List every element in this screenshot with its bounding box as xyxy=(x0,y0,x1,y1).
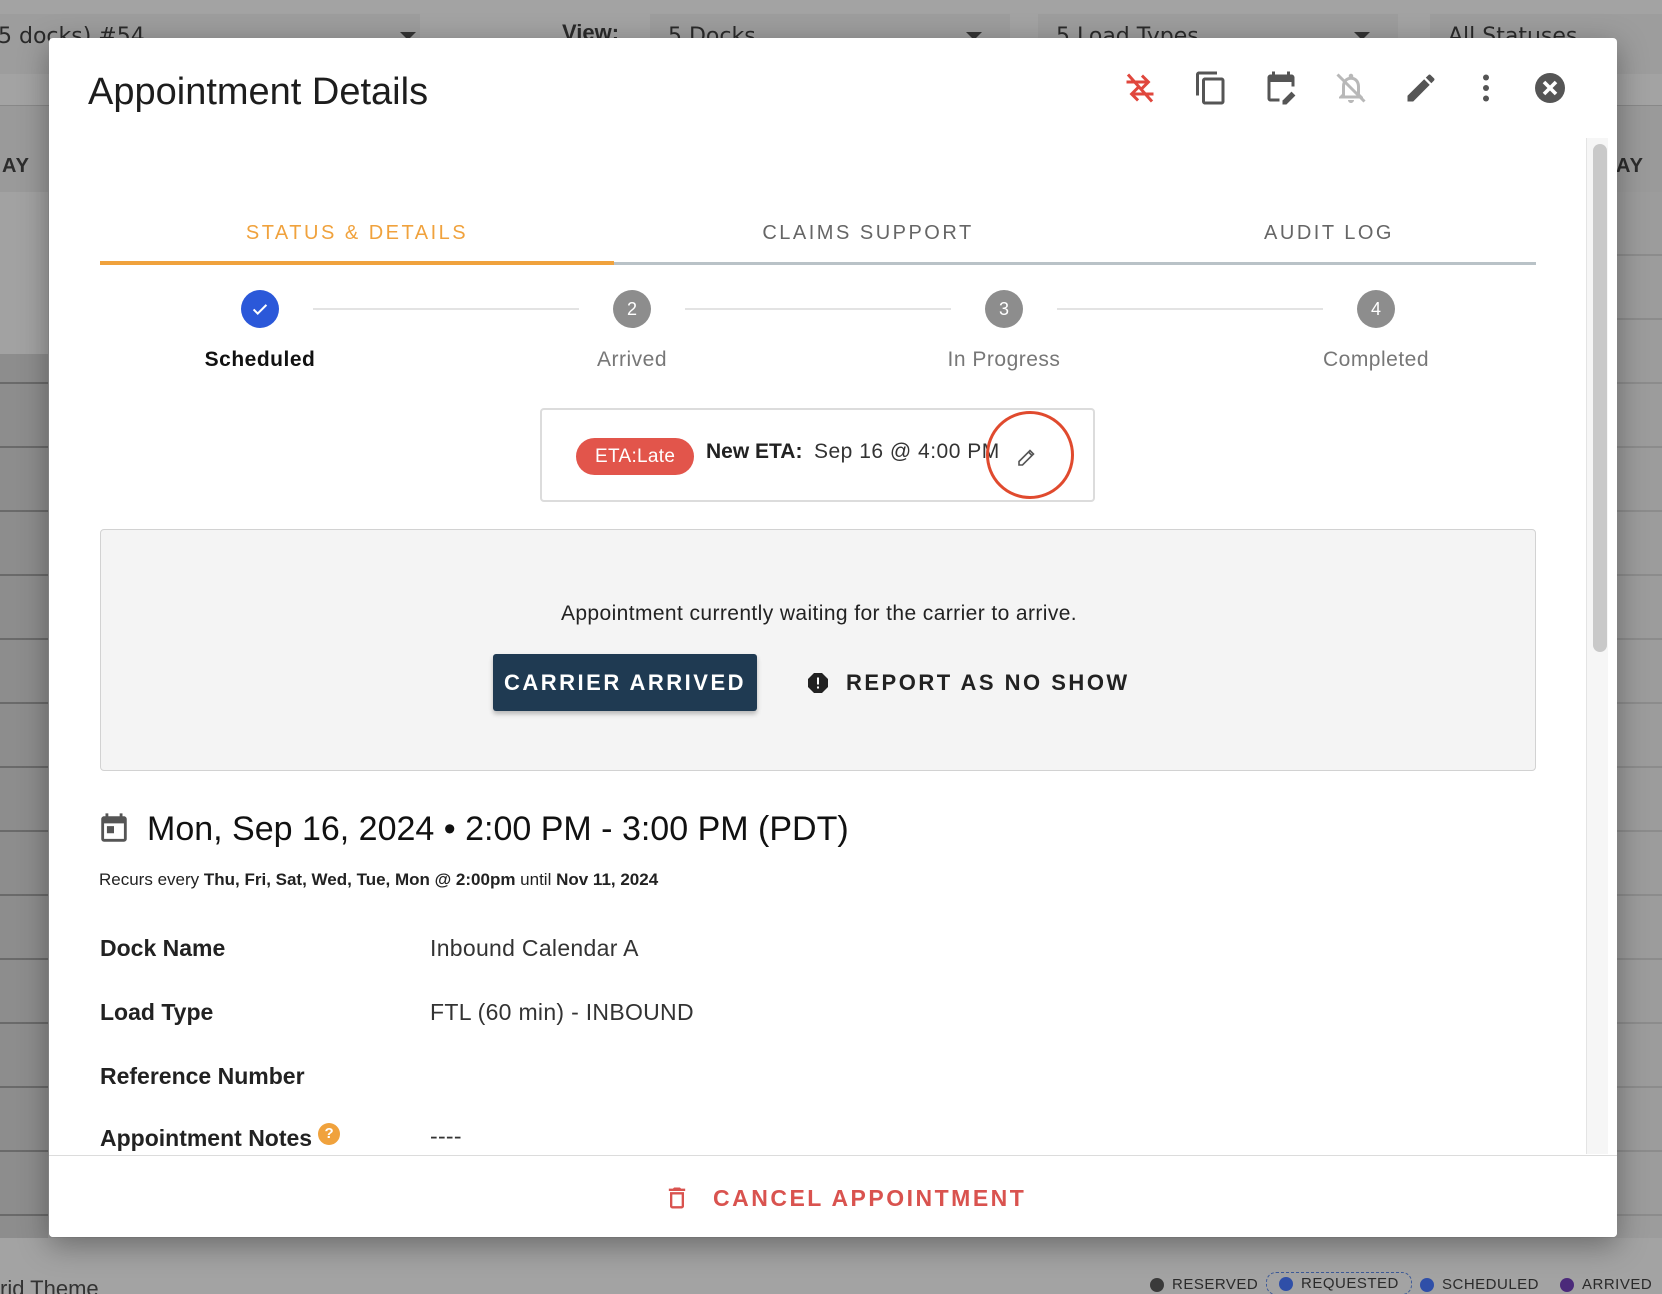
step-label: Arrived xyxy=(596,348,668,371)
carrier-arrived-button[interactable]: CARRIER ARRIVED xyxy=(493,654,757,711)
pencil-icon[interactable] xyxy=(1401,68,1441,108)
detail-key: Appointment Notes? xyxy=(100,1123,341,1152)
bell-off-glyph xyxy=(1336,73,1366,103)
cancel-appointment-button[interactable]: CANCEL APPOINTMENT xyxy=(663,1180,1026,1216)
report-no-show-button[interactable]: REPORT AS NO SHOW xyxy=(806,654,1130,711)
recurrence-prefix: Recurs every xyxy=(99,870,204,889)
legend-label: REQUESTED xyxy=(1301,1275,1399,1292)
legend-dot xyxy=(1279,1276,1293,1291)
calendar-edit-icon[interactable] xyxy=(1261,68,1301,108)
eta-status-badge: ETA:Late xyxy=(576,438,695,475)
reschedule-off-glyph xyxy=(1126,73,1154,103)
recurrence-days: Thu, Fri, Sat, Wed, Tue, Mon @ 2:00pm xyxy=(203,870,516,889)
active-tab-indicator xyxy=(100,261,614,265)
report-no-show-label: REPORT AS NO SHOW xyxy=(846,669,1130,695)
legend-dot xyxy=(1420,1277,1434,1292)
help-icon[interactable]: ? xyxy=(318,1123,341,1145)
pencil-icon xyxy=(1018,449,1035,466)
detail-value: FTL (60 min) - INBOUND xyxy=(430,999,694,1025)
status-panel: Appointment currently waiting for the ca… xyxy=(100,529,1536,771)
dialog-title: Appointment Details xyxy=(88,71,429,113)
more-vertical-glyph xyxy=(1483,74,1489,102)
legend-requested: REQUESTED xyxy=(1266,1272,1412,1294)
calendar-icon xyxy=(97,811,131,847)
close-icon[interactable] xyxy=(1530,68,1570,108)
legend-reserved: RESERVED xyxy=(1150,1276,1258,1293)
scrollbar-thumb[interactable] xyxy=(1593,144,1607,652)
tab-status-details[interactable]: STATUS & DETAILS xyxy=(100,178,614,263)
background-footer xyxy=(0,1238,1662,1294)
new-eta-label: New ETA: xyxy=(706,440,803,463)
legend-dot xyxy=(1560,1277,1574,1292)
bell-off-icon[interactable] xyxy=(1331,68,1371,108)
recurrence-text: Recurs every Thu, Fri, Sat, Wed, Tue, Mo… xyxy=(99,870,658,890)
step-number: 3 xyxy=(985,290,1023,328)
step-label: Scheduled xyxy=(204,348,316,371)
check-glyph xyxy=(252,304,268,316)
edit-eta-button[interactable] xyxy=(1010,440,1044,474)
eta-card: ETA:Late New ETA: Sep 16 @ 4:00 PM xyxy=(540,408,1095,502)
step-scheduled: Scheduled xyxy=(160,290,360,372)
copy-glyph xyxy=(1196,71,1225,105)
detail-row-dock-name: Dock Name Inbound Calendar A xyxy=(100,935,1400,975)
legend-label: RESERVED xyxy=(1172,1276,1259,1293)
close-glyph xyxy=(1535,73,1565,103)
step-in-progress: 3 In Progress xyxy=(904,290,1104,372)
copy-icon[interactable] xyxy=(1191,68,1231,108)
detail-key: Load Type xyxy=(100,999,214,1025)
detail-row-reference-number: Reference Number xyxy=(100,1063,1400,1103)
calendar-edit-glyph xyxy=(1267,71,1296,105)
calendar-grid-left-top xyxy=(0,192,48,354)
calendar-grid-right xyxy=(1616,192,1662,1242)
detail-key-label: Appointment Notes xyxy=(100,1125,313,1151)
legend-arrived: ARRIVED xyxy=(1560,1276,1652,1293)
step-number: 4 xyxy=(1357,290,1395,328)
dialog-footer: CANCEL APPOINTMENT xyxy=(49,1155,1617,1237)
detail-value: ---- xyxy=(430,1123,462,1149)
recurrence-until-word: until xyxy=(515,870,557,889)
step-arrived: 2 Arrived xyxy=(532,290,732,372)
cancel-appointment-label: CANCEL APPOINTMENT xyxy=(713,1184,1027,1211)
recurrence-until-date: Nov 11, 2024 xyxy=(556,870,659,889)
legend-label: ARRIVED xyxy=(1582,1276,1653,1293)
step-completed: 4 Completed xyxy=(1276,290,1476,372)
step-label: Completed xyxy=(1322,348,1430,371)
reschedule-off-icon[interactable] xyxy=(1120,68,1160,108)
grid-theme-label: rid Theme xyxy=(0,1276,99,1294)
more-vertical-icon[interactable] xyxy=(1466,68,1506,108)
check-icon xyxy=(241,290,279,328)
calendar-glyph xyxy=(101,813,127,842)
detail-key: Dock Name xyxy=(100,935,226,961)
detail-row-load-type: Load Type FTL (60 min) - INBOUND xyxy=(100,999,1400,1039)
alert-octagon-icon xyxy=(808,672,828,693)
legend-dot xyxy=(1150,1277,1164,1292)
pencil-glyph xyxy=(1407,74,1435,102)
new-eta-value: Sep 16 @ 4:00 PM xyxy=(814,440,1000,463)
step-label: In Progress xyxy=(947,348,1061,371)
tab-audit-log[interactable]: AUDIT LOG xyxy=(1122,178,1536,263)
appointment-details-dialog: Appointment Details STATUS & DETAILS CLA… xyxy=(49,38,1617,1237)
day-header-right: AY xyxy=(1616,155,1644,177)
legend-scheduled: SCHEDULED xyxy=(1420,1276,1539,1293)
detail-value: Inbound Calendar A xyxy=(430,935,639,961)
tab-bar: STATUS & DETAILS CLAIMS SUPPORT AUDIT LO… xyxy=(100,178,1536,266)
tab-claims-support[interactable]: CLAIMS SUPPORT xyxy=(614,178,1122,263)
legend-label: SCHEDULED xyxy=(1442,1276,1540,1293)
appointment-date: Mon, Sep 16, 2024 • 2:00 PM - 3:00 PM (P… xyxy=(147,810,849,848)
detail-key: Reference Number xyxy=(100,1063,305,1089)
status-message: Appointment currently waiting for the ca… xyxy=(560,602,1078,625)
trash-icon xyxy=(668,1187,686,1209)
step-number: 2 xyxy=(613,290,651,328)
